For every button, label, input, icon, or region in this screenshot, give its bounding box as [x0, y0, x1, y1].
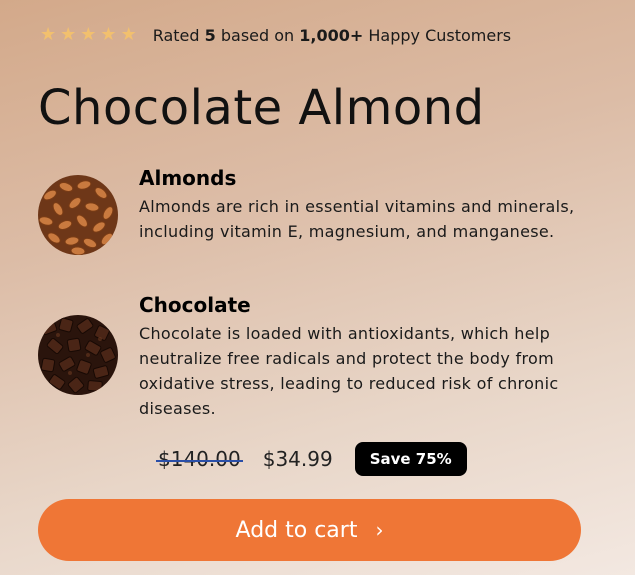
feature-line: Almonds are rich in essential vitamins a…	[139, 197, 575, 216]
rating-prefix: Rated	[152, 25, 205, 45]
chevron-right-icon: ›	[375, 518, 384, 542]
discount-badge: Save 75%	[354, 442, 467, 476]
product-title: Chocolate Almond	[38, 80, 485, 136]
feature-description: Chocolate is loaded with antioxidants, w…	[139, 324, 559, 418]
star-rating: ★ ★ ★ ★ ★	[40, 24, 137, 46]
feature-heading: Chocolate	[139, 293, 251, 317]
almonds-image	[38, 175, 118, 255]
rating-score: 5	[204, 25, 216, 45]
feature-line: including vitamin E, magnesium, and mang…	[139, 222, 555, 241]
star-icon: ★	[60, 24, 77, 45]
feature-almonds: Almonds Almonds are rich in essential vi…	[38, 166, 598, 276]
star-icon: ★	[40, 24, 57, 45]
feature-heading: Almonds	[139, 166, 237, 190]
rating-row: ★ ★ ★ ★ ★ Rated 5 based on 1,000+ Happy …	[40, 24, 511, 46]
price-row: $140.00 $34.99 Save 75%	[156, 442, 467, 476]
rating-count: 1,000+	[299, 25, 364, 45]
add-to-cart-button[interactable]: Add to cart ›	[38, 499, 581, 561]
star-icon: ★	[120, 24, 137, 45]
add-to-cart-label: Add to cart	[235, 517, 358, 543]
rating-text: Rated 5 based on 1,000+ Happy Customers	[153, 26, 511, 45]
feature-chocolate: Chocolate Chocolate is loaded with antio…	[38, 293, 598, 423]
star-icon: ★	[80, 24, 97, 45]
chocolate-image	[38, 315, 118, 395]
rating-suffix: Happy Customers	[363, 25, 512, 45]
rating-middle: based on	[215, 25, 300, 45]
original-price: $140.00	[156, 447, 243, 471]
star-icon: ★	[100, 24, 117, 45]
feature-description: Almonds are rich in essential vitamins a…	[139, 194, 584, 244]
sale-price: $34.99	[262, 447, 333, 471]
